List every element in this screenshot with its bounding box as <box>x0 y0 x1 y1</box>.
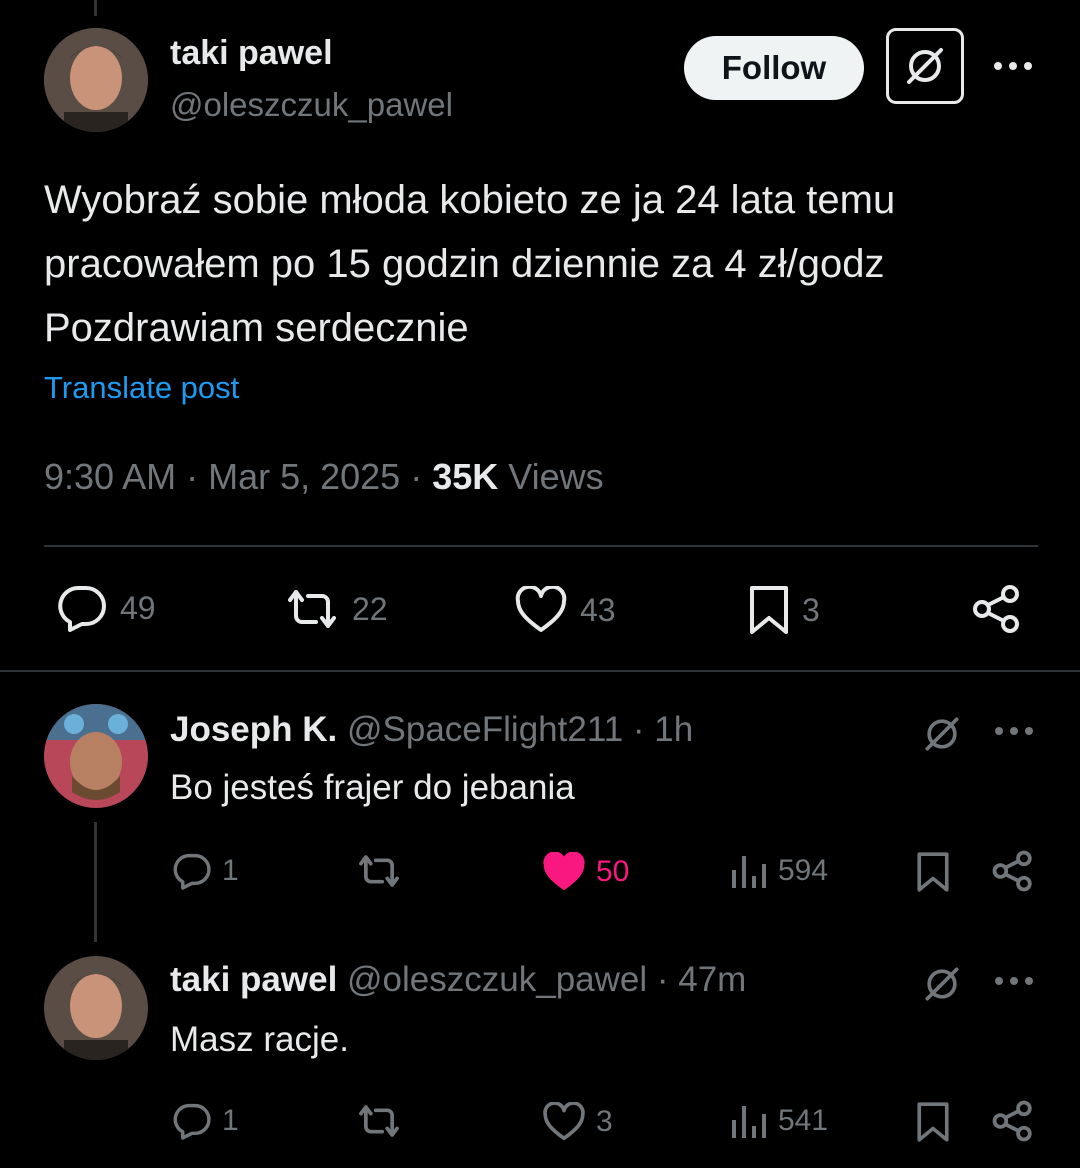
bookmark-icon <box>750 586 788 634</box>
reply-text: Bo jesteś frajer do jebania <box>170 768 575 807</box>
grok-icon[interactable] <box>920 962 964 1011</box>
share-icon <box>992 1100 1032 1142</box>
grok-icon <box>907 48 943 84</box>
bookmark-icon <box>917 852 949 892</box>
reply-count: 1 <box>222 1104 239 1137</box>
reply-button[interactable]: 1 <box>172 1102 239 1140</box>
thread-line-top <box>94 0 97 16</box>
reply-count: 1 <box>222 854 239 887</box>
like-button[interactable]: 50 <box>542 852 629 892</box>
reply-author-name[interactable]: Joseph K. <box>170 710 337 749</box>
reply-avatar[interactable] <box>44 704 148 808</box>
reply-author-name[interactable]: taki pawel <box>170 960 337 999</box>
views-button[interactable]: 541 <box>730 1102 828 1140</box>
repost-icon <box>288 590 336 628</box>
repost-icon <box>359 855 399 887</box>
reply-button[interactable]: 49 <box>56 584 156 632</box>
reply-count: 49 <box>120 589 156 626</box>
share-button[interactable] <box>992 850 1034 892</box>
heart-icon <box>515 586 567 632</box>
post-text-line-1: Wyobraź sobie młoda kobieto ze ja 24 lat… <box>44 178 896 222</box>
reply-icon <box>173 1103 211 1140</box>
reply-author-meta[interactable]: @SpaceFlight211 · 1h <box>347 710 693 749</box>
repost-count: 22 <box>352 590 388 627</box>
repost-button[interactable]: 22 <box>284 586 388 632</box>
reply-header: Joseph K. @SpaceFlight211 · 1h <box>170 710 693 750</box>
repost-button[interactable] <box>356 852 402 890</box>
bookmark-count: 3 <box>802 591 820 628</box>
analytics-icon <box>732 856 766 888</box>
grok-icon[interactable] <box>920 712 964 761</box>
author-name[interactable]: taki pawel <box>170 34 333 73</box>
repost-icon <box>359 1105 399 1137</box>
like-button[interactable]: 43 <box>514 586 616 634</box>
reply-icon <box>58 586 106 632</box>
analytics-icon <box>732 1106 766 1138</box>
reply-text: Masz racje. <box>170 1020 349 1059</box>
more-icon[interactable] <box>994 972 1034 995</box>
reply-icon <box>173 853 211 890</box>
views-count: 541 <box>778 1104 829 1137</box>
follow-button[interactable]: Follow <box>684 36 864 100</box>
reply-header: taki pawel @oleszczuk_pawel · 47m <box>170 960 746 1000</box>
author-avatar[interactable] <box>44 28 148 132</box>
views-count: 594 <box>778 854 829 887</box>
share-button[interactable] <box>972 584 1022 634</box>
post-text-line-2: pracowałem po 15 godzin dziennie za 4 zł… <box>44 242 885 286</box>
bookmark-button[interactable]: 3 <box>748 584 820 636</box>
section-divider <box>0 670 1080 672</box>
repost-button[interactable] <box>356 1102 402 1140</box>
like-count: 43 <box>580 591 616 628</box>
views-button[interactable]: 594 <box>730 852 828 890</box>
post-text-line-3: Pozdrawiam serdecznie <box>44 306 469 350</box>
post-time: 9:30 AM · Mar 5, 2025 · <box>44 456 423 497</box>
bookmark-icon <box>917 1102 949 1142</box>
views-label: Views <box>508 456 604 497</box>
follow-button-label: Follow <box>721 49 827 86</box>
thread-line-reply <box>94 822 97 942</box>
more-icon[interactable] <box>994 722 1034 745</box>
share-button[interactable] <box>992 1100 1034 1142</box>
translate-post-link[interactable]: Translate post <box>44 370 239 406</box>
heart-icon <box>543 1102 585 1141</box>
reply-avatar[interactable] <box>44 956 148 1060</box>
divider <box>44 545 1038 547</box>
reply-author-meta[interactable]: @oleszczuk_pawel · 47m <box>347 960 746 999</box>
post-meta: 9:30 AM · Mar 5, 2025 · 35K Views <box>44 456 604 498</box>
reply-button[interactable]: 1 <box>172 852 239 890</box>
like-count: 50 <box>596 855 630 888</box>
bookmark-button[interactable] <box>916 1100 950 1144</box>
bookmark-button[interactable] <box>916 850 950 894</box>
views-count: 35K <box>432 456 499 497</box>
like-count: 3 <box>596 1105 613 1138</box>
share-icon <box>992 850 1032 892</box>
share-icon <box>973 585 1019 633</box>
heart-filled-icon <box>543 852 585 890</box>
author-handle[interactable]: @oleszczuk_pawel <box>170 86 453 124</box>
like-button[interactable]: 3 <box>542 1102 613 1142</box>
grok-button[interactable] <box>886 28 964 104</box>
more-icon[interactable] <box>992 56 1034 81</box>
